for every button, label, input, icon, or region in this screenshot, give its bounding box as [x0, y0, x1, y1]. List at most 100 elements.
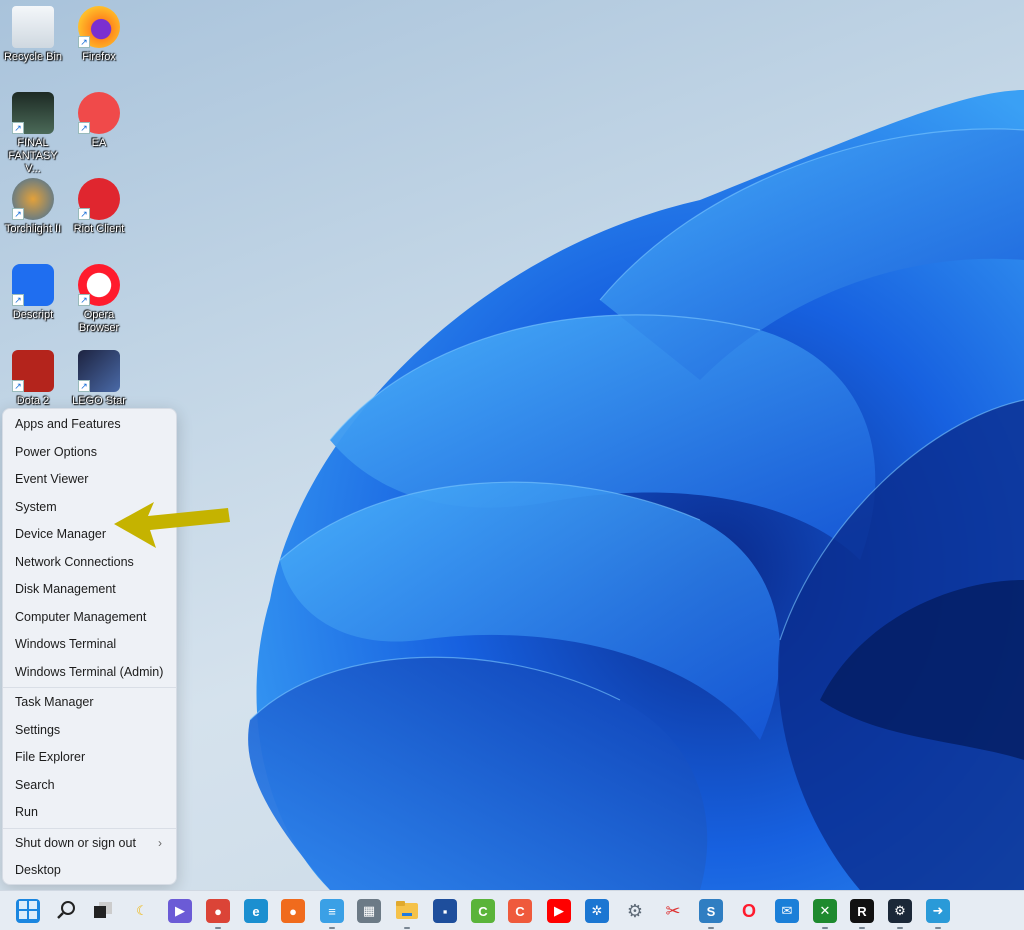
taskbar-calculator-button[interactable]: ▦: [357, 899, 381, 923]
shortcut-arrow-icon: ↗: [12, 294, 24, 306]
menu-item-desktop[interactable]: Desktop: [3, 857, 176, 885]
desktop-icon-ea[interactable]: ↗ EA: [66, 92, 132, 150]
taskbar-microsoft-store-button[interactable]: ▪: [433, 899, 457, 923]
menu-item-shut-down-or-sign-out[interactable]: Shut down or sign out ›: [3, 830, 176, 858]
taskbar-steam-button[interactable]: ⚙: [888, 899, 912, 929]
desktop-icon-label: Descript: [12, 309, 54, 321]
desktop-icon-opera-browser[interactable]: ↗ Opera Browser: [66, 264, 132, 335]
menu-item-label: Task Manager: [15, 695, 94, 709]
desktop-icon-label: Torchlight II: [4, 223, 62, 235]
menu-item-label: Power Options: [15, 444, 97, 459]
menu-item-label: Windows Terminal: [15, 637, 117, 651]
notepad-icon: ≡: [328, 903, 336, 919]
desktop-icon-torchlight-ii[interactable]: ↗ Torchlight II: [0, 178, 66, 236]
taskbar-snagit-button[interactable]: S: [699, 899, 723, 929]
desktop-icon-lego-star-wars[interactable]: ↗ LEGO Star: [66, 350, 132, 408]
taskbar-snipping-tool-button[interactable]: ✂: [661, 899, 685, 923]
taskbar-chrome-button[interactable]: ●: [206, 899, 230, 929]
xbox-icon: ✕: [819, 903, 831, 918]
menu-item-settings[interactable]: Settings: [3, 717, 176, 745]
taskbar-task-view-button[interactable]: [91, 899, 115, 923]
desktop-icon-firefox[interactable]: ↗ Firefox: [66, 6, 132, 64]
menu-item-windows-terminal[interactable]: Windows Terminal: [3, 631, 176, 659]
taskbar-remote-desktop-button[interactable]: ➜: [926, 899, 950, 929]
desktop-icon-label: FINAL FANTASY V...: [8, 137, 58, 175]
descript-icon: ↗: [12, 264, 54, 306]
taskbar-widgets-button[interactable]: ☾: [130, 899, 154, 923]
taskbar-settings-button[interactable]: ⚙: [623, 899, 647, 923]
menu-item-label: Disk Management: [15, 582, 116, 596]
menu-item-label: Apps and Features: [15, 417, 121, 431]
menu-item-label: Run: [15, 805, 38, 819]
winx-context-menu: Apps and Features Power Options Event View…: [2, 408, 177, 885]
riot-client-icon: ↗: [78, 178, 120, 220]
snipping-tool-icon: ✂: [665, 900, 681, 921]
menu-item-label: System: [15, 499, 57, 514]
remote-desktop-icon: ➜: [932, 903, 944, 918]
taskbar-start-button[interactable]: [16, 899, 40, 923]
snagit-icon: S: [706, 903, 716, 919]
menu-item-label: Search: [15, 777, 55, 792]
taskbar-firefox-button[interactable]: ●: [281, 899, 305, 923]
annotation-arrow: [114, 502, 230, 548]
menu-item-label: Device Manager: [15, 527, 107, 541]
taskbar-xbox-button[interactable]: ✕: [813, 899, 837, 929]
taskbar-opera-button[interactable]: O: [737, 899, 761, 923]
teams-chat-icon: ▶: [175, 903, 185, 918]
menu-item-task-manager[interactable]: Task Manager: [3, 689, 176, 717]
firefox-icon: ●: [289, 903, 297, 919]
lego-star-wars-icon: ↗: [78, 350, 120, 392]
taskbar-edge-button[interactable]: e: [244, 899, 268, 923]
running-indicator: [404, 927, 410, 929]
taskbar-camtasia-recorder-button[interactable]: C: [508, 899, 532, 923]
taskbar-youtube-button[interactable]: ▶: [547, 899, 571, 923]
chevron-right-icon: ›: [158, 835, 162, 850]
menu-item-event-viewer[interactable]: Event Viewer: [3, 466, 176, 494]
desktop-icon-dota-2[interactable]: ↗ Dota 2: [0, 350, 66, 408]
menu-separator: [3, 827, 176, 829]
taskbar-teams-chat-button[interactable]: ▶: [168, 899, 192, 923]
firefox-icon: ↗: [78, 6, 120, 48]
desktop-icon-descript[interactable]: ↗ Descript: [0, 264, 66, 322]
menu-item-computer-management[interactable]: Computer Management: [3, 604, 176, 632]
running-indicator: [329, 927, 335, 929]
opera-browser-icon: ↗: [78, 264, 120, 306]
recycle-bin-icon: [12, 6, 54, 48]
taskbar-slack-button[interactable]: ✲: [585, 899, 609, 923]
taskbar-mail-button[interactable]: ✉: [775, 899, 799, 923]
desktop-icon-final-fantasy[interactable]: ↗ FINAL FANTASY V...: [0, 92, 66, 176]
desktop-icon-riot-client[interactable]: ↗ Riot Client: [66, 178, 132, 236]
taskbar-notepad-button[interactable]: ≡: [320, 899, 344, 929]
taskbar-search-button[interactable]: [54, 899, 78, 923]
menu-separator: [3, 687, 176, 688]
menu-item-search[interactable]: Search: [3, 772, 176, 800]
shortcut-arrow-icon: ↗: [12, 380, 24, 392]
menu-item-disk-management[interactable]: Disk Management: [3, 576, 176, 604]
calculator-icon: ▦: [362, 903, 376, 918]
settings-icon: ⚙: [626, 900, 644, 921]
taskbar: ☾ ▶ ● e ● ≡ ▦ ▪ C C ▶ ✲ ⚙ ✂ S O ✉ ✕ R ⚙ ➜: [0, 890, 1024, 930]
menu-item-label: Event Viewer: [15, 472, 89, 486]
menu-item-power-options[interactable]: Power Options: [3, 439, 176, 467]
ea-icon: ↗: [78, 92, 120, 134]
desktop-icon-label: Opera Browser: [78, 309, 120, 334]
search-icon: [56, 900, 76, 923]
menu-item-apps-and-features[interactable]: Apps and Features: [3, 411, 176, 439]
running-indicator: [822, 927, 828, 929]
menu-item-label: Windows Terminal (Admin): [15, 664, 164, 679]
shortcut-arrow-icon: ↗: [78, 208, 90, 220]
menu-item-label: Network Connections: [15, 554, 134, 569]
menu-item-run[interactable]: Run: [3, 799, 176, 827]
camtasia-recorder-icon: C: [515, 903, 525, 919]
youtube-icon: ▶: [554, 903, 564, 918]
desktop-icon-recycle-bin[interactable]: Recycle Bin: [0, 6, 66, 64]
menu-item-network-connections[interactable]: Network Connections: [3, 549, 176, 577]
taskbar-ryzen-master-button[interactable]: R: [850, 899, 874, 929]
chrome-icon: ●: [214, 903, 222, 919]
menu-item-windows-terminal-admin[interactable]: Windows Terminal (Admin): [3, 659, 176, 687]
taskbar-file-explorer-button[interactable]: [395, 899, 419, 929]
desktop-icon-label: Recycle Bin: [3, 51, 63, 63]
menu-item-file-explorer[interactable]: File Explorer: [3, 744, 176, 772]
taskbar-camtasia-button[interactable]: C: [471, 899, 495, 923]
camtasia-icon: C: [478, 903, 488, 919]
